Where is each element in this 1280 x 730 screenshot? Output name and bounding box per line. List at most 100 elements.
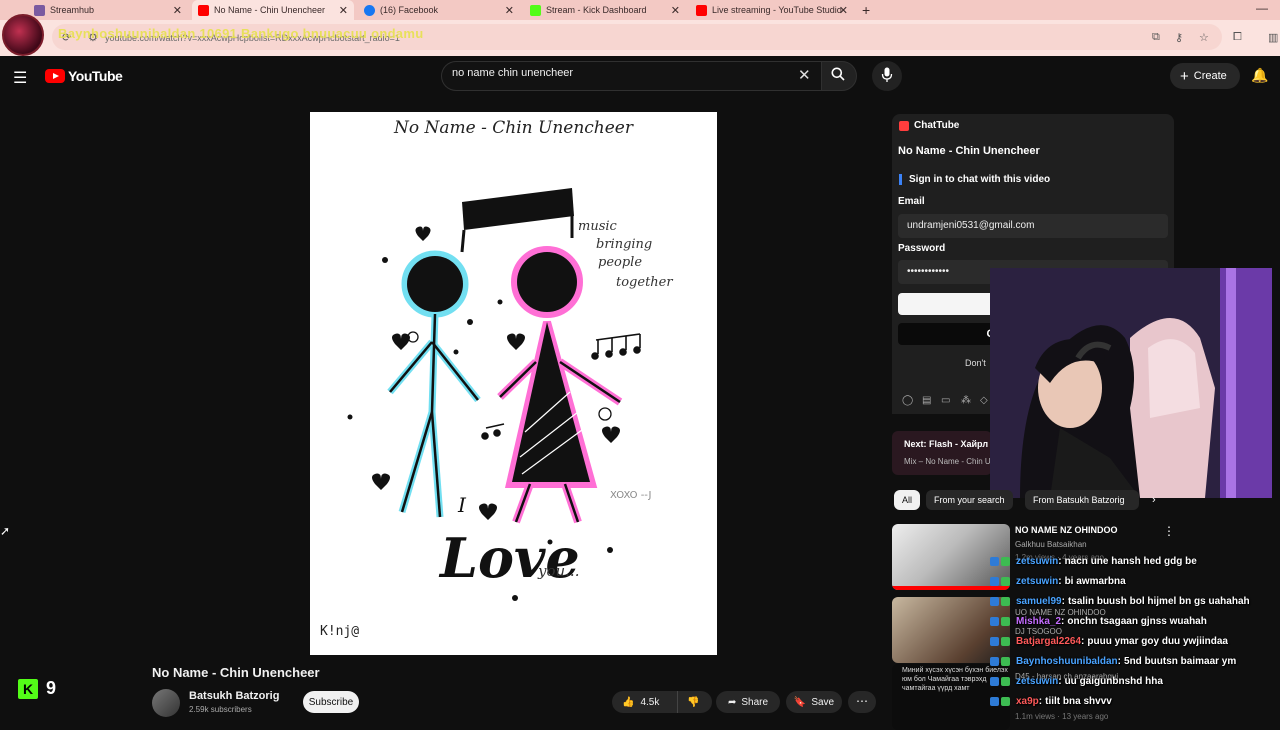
tab-title: Live streaming - YouTube Studio xyxy=(712,5,842,15)
login-button[interactable] xyxy=(898,293,998,315)
chat-badge-icon xyxy=(990,697,999,706)
chat-badge-icon xyxy=(990,677,999,686)
tab-title: (16) Facebook xyxy=(380,5,439,15)
password-key-icon[interactable]: ⚷ xyxy=(1175,31,1183,44)
recommended-channel: DJ TSOGOO xyxy=(1015,627,1062,636)
subscribe-button[interactable]: Subscribe xyxy=(303,691,359,713)
caption-line-people: people xyxy=(598,255,642,270)
chat-message: Baynhoshuunibaldan :5nd buutsn baimaar y… xyxy=(990,656,1236,667)
up-next-panel[interactable] xyxy=(892,431,992,475)
chattube-logo-icon xyxy=(899,120,909,131)
minimize-icon[interactable]: — xyxy=(1256,1,1268,15)
save-button[interactable]: 🔖 Save xyxy=(786,691,842,713)
chat-badge-icon xyxy=(990,597,999,606)
microphone-icon[interactable] xyxy=(881,67,893,83)
channel-name[interactable]: Batsukh Batzorig xyxy=(189,690,279,702)
chat-text: tsalin buush bol hijmel bn gs uahahah xyxy=(1067,596,1250,607)
chat-separator: : xyxy=(1081,636,1085,647)
tab-kick-dashboard[interactable]: Stream - Kick Dashboard ✕ xyxy=(524,0,686,20)
browser-tab-strip: Streamhub ✕ No Name - Chin Unencheer ✕ (… xyxy=(0,0,1280,20)
chip-all[interactable]: All xyxy=(894,490,921,510)
chat-message: Mishka_2 : onchn tsagaan gjnss wuahah xyxy=(990,616,1207,627)
chat-text: onchn tsagaan gjnss wuahah xyxy=(1067,616,1207,627)
chevron-right-icon[interactable]: › xyxy=(1152,494,1156,506)
new-tab-button[interactable]: + xyxy=(862,2,870,18)
tab-streamhub[interactable]: Streamhub ✕ xyxy=(28,0,188,20)
chat-text: nacn une hansh hed gdg be xyxy=(1064,556,1197,567)
chat-text: puuu ymar goy duu ywjiindaa xyxy=(1087,636,1228,647)
like-count: 4.5k xyxy=(640,696,660,708)
tag-icon[interactable]: ◇ xyxy=(980,395,988,406)
youtube-play-icon xyxy=(45,69,65,83)
facebook-icon xyxy=(364,4,375,16)
close-icon[interactable]: ✕ xyxy=(339,4,348,17)
clear-search-icon[interactable]: ✕ xyxy=(798,66,811,84)
video-player[interactable]: No Name - Chin Unencheer music bringing … xyxy=(310,112,717,655)
i-text: I xyxy=(457,493,467,517)
video-title: No Name - Chin Unencheer xyxy=(152,665,320,680)
like-button[interactable]: 👍 4.5k xyxy=(612,691,678,713)
close-icon[interactable]: ✕ xyxy=(839,4,848,17)
more-vert-icon[interactable]: ⋮ xyxy=(1163,524,1175,538)
google-signin-button[interactable]: G xyxy=(898,323,998,345)
chat-badge-icon xyxy=(1001,677,1010,686)
viewer-count: 9 xyxy=(46,678,57,698)
sidebar-icon[interactable]: ▥ xyxy=(1268,31,1278,44)
recommended-title[interactable]: NO NAME NZ OHINDOO xyxy=(1015,525,1118,535)
search-icon[interactable] xyxy=(831,67,845,81)
chip-from-channel[interactable]: From Batsukh Batzorig xyxy=(1025,490,1139,510)
email-field[interactable]: undramjeni0531@gmail.com xyxy=(898,214,1168,238)
close-icon[interactable]: ✕ xyxy=(671,4,680,17)
chat-separator: : xyxy=(1061,616,1065,627)
create-button[interactable]: + Create xyxy=(1170,63,1240,89)
tab-youtube-studio[interactable]: Live streaming - YouTube Studio ✕ xyxy=(690,0,854,20)
extensions-icon[interactable]: ⧠ xyxy=(1233,31,1242,44)
install-icon[interactable]: ⧉ xyxy=(1152,31,1160,44)
chat-bubble-icon[interactable]: ◯ xyxy=(902,395,913,406)
email-label: Email xyxy=(898,196,925,207)
plus-icon: + xyxy=(1180,67,1189,85)
youtube-logo[interactable]: YouTube xyxy=(45,68,123,84)
share-label: Share xyxy=(741,696,769,708)
hamburger-menu-icon[interactable]: ☰ xyxy=(13,68,27,88)
no-account-text: Don't xyxy=(965,358,986,368)
chat-separator: : xyxy=(1058,576,1062,587)
thumbs-up-icon: 👍 xyxy=(622,696,635,708)
more-actions-button[interactable]: ⋯ xyxy=(848,691,876,713)
chat-badge-icon xyxy=(1001,697,1010,706)
close-icon[interactable]: ✕ xyxy=(173,4,182,17)
chat-badge-icon xyxy=(1001,577,1010,586)
mouse-cursor-icon: ➚ xyxy=(0,524,11,538)
chat-separator: : xyxy=(1061,596,1065,607)
chat-badge-icon xyxy=(990,637,999,646)
tab-facebook[interactable]: (16) Facebook ✕ xyxy=(358,0,520,20)
webcam-overlay xyxy=(990,268,1272,498)
search-input[interactable]: no name chin unencheer xyxy=(452,67,573,79)
tab-youtube-video[interactable]: No Name - Chin Unencheer ✕ xyxy=(192,0,354,20)
bookmark-star-icon[interactable]: ☆ xyxy=(1199,31,1209,44)
share-button[interactable]: ➦ Share xyxy=(716,691,780,713)
chat-separator: : xyxy=(1058,676,1062,687)
chat-text: bi awmarbna xyxy=(1064,576,1126,587)
save-playlist-icon: 🔖 xyxy=(793,696,807,708)
chat-username: zetsuwin xyxy=(1016,676,1059,687)
chat-username: Baynhoshuunibaldan xyxy=(1016,656,1118,667)
caption-line-bringing: bringing xyxy=(596,237,652,252)
chattube-signin-prompt: Sign in to chat with this video xyxy=(899,174,1050,185)
stream-alert-overlay: Baynhoshuunibaldan 10691 Bankugo bnuuacu… xyxy=(58,26,424,41)
like-dislike-group: 👍 4.5k 👎 xyxy=(612,691,712,713)
chip-from-your-search[interactable]: From your search xyxy=(926,490,1013,510)
love-text: Love xyxy=(438,526,580,590)
share-nodes-icon[interactable]: ⁂ xyxy=(961,395,971,406)
document-icon[interactable]: ▤ xyxy=(922,395,931,406)
dislike-button[interactable]: 👎 xyxy=(678,697,699,708)
chat-separator: : xyxy=(1117,656,1122,667)
channel-avatar[interactable] xyxy=(152,689,180,717)
chat-message: zetsuwin : uu gaigunbnshd hha xyxy=(990,676,1163,687)
chat-separator: : xyxy=(1058,556,1062,567)
book-icon[interactable]: ▭ xyxy=(941,395,950,406)
close-icon[interactable]: ✕ xyxy=(505,4,514,17)
notifications-bell-icon[interactable]: 🔔 xyxy=(1251,67,1268,84)
streamhub-icon xyxy=(34,4,45,16)
chat-separator: : xyxy=(1038,696,1043,707)
